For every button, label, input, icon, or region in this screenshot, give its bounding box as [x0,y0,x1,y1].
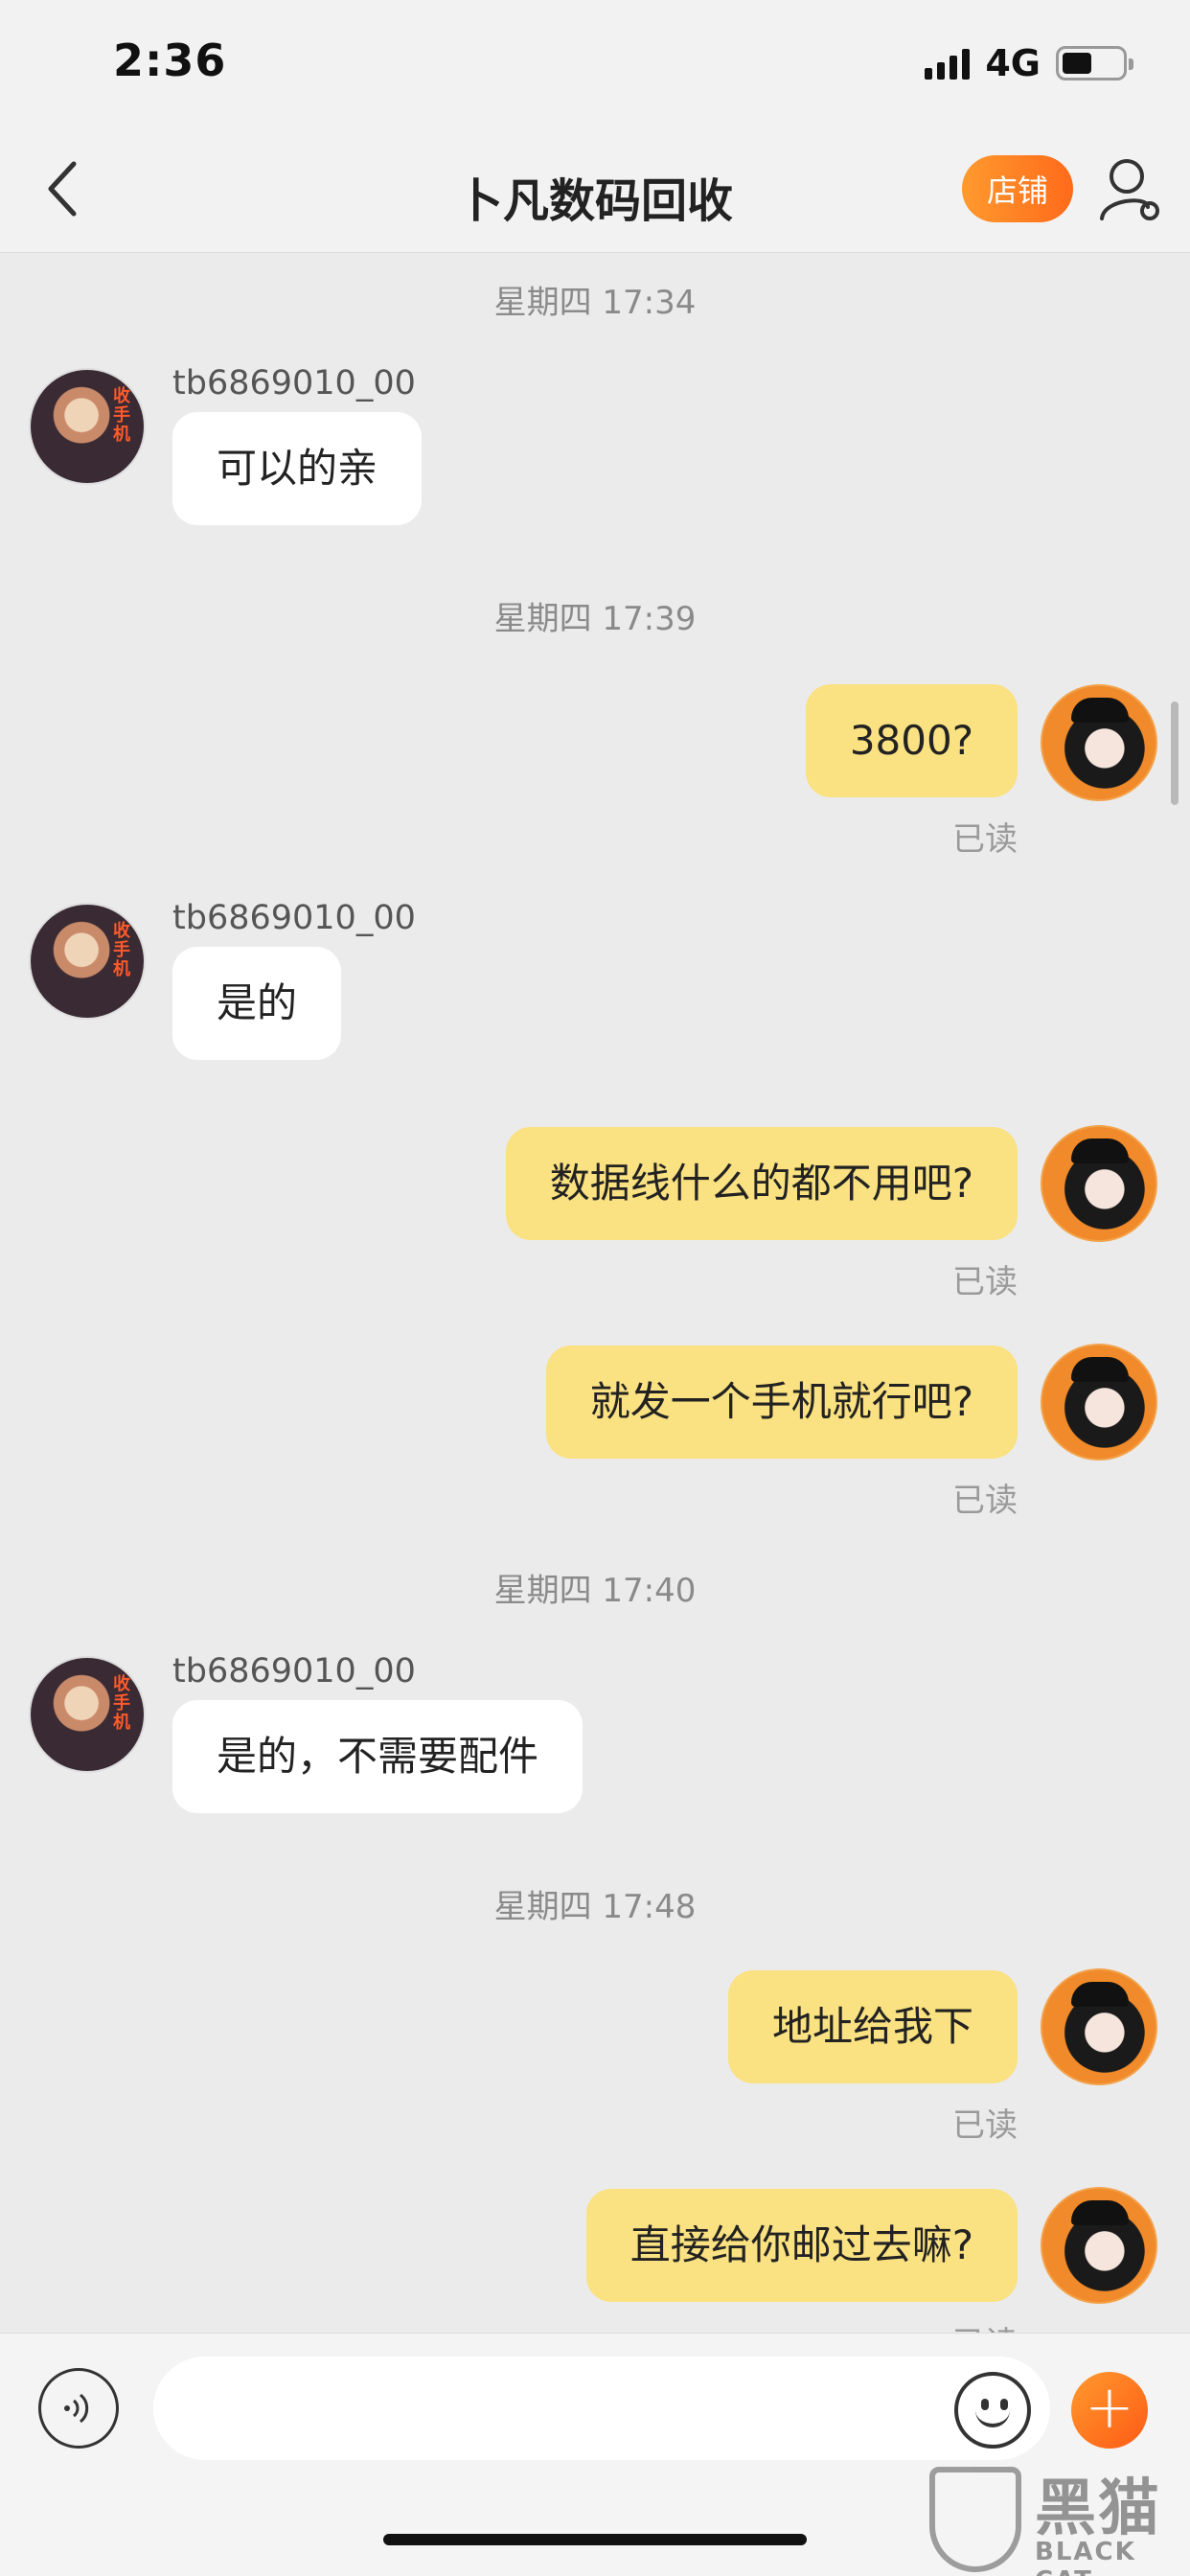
avatar[interactable]: 收手机 [29,903,146,1020]
sender-name: tb6869010_00 [172,899,416,937]
message-bubble[interactable]: 是的，不需要配件 [172,1700,584,1813]
status-bar: 2:36 4G [0,0,1190,126]
nav-bar: 卜凡数码回收 店铺 [0,126,1190,253]
emoji-button[interactable] [954,2372,1031,2449]
plus-icon: + [1085,2372,1134,2442]
message-outgoing: 就发一个手机就行吧? 已读 [0,1344,1190,1526]
timestamp: 星期四 17:48 [493,1888,697,1926]
voice-button[interactable] [38,2368,119,2449]
message-outgoing: 数据线什么的都不用吧? 已读 [0,1125,1190,1307]
avatar[interactable] [1041,1125,1157,1242]
chat-list[interactable]: 星期四 17:34 收手机 tb6869010_00 可以的亲 星期四 17:3… [0,253,1190,2333]
message-outgoing: 地址给我下 已读 [0,1968,1190,2150]
message-bubble[interactable]: 可以的亲 [172,412,423,525]
message-input[interactable] [153,2357,1050,2460]
message-bubble[interactable]: 就发一个手机就行吧? [545,1346,1018,1459]
message-incoming: 收手机 tb6869010_00 是的，不需要配件 [0,1652,1190,1838]
avatar[interactable]: 收手机 [29,368,146,485]
avatar[interactable] [1041,684,1157,801]
timestamp: 星期四 17:34 [493,284,697,322]
message-bubble[interactable]: 是的 [172,947,342,1060]
cat-logo-icon [929,2467,1021,2572]
message-outgoing: 3800? 已读 [0,682,1190,864]
read-status: 已读 [952,2317,1018,2333]
message-outgoing: 直接给你邮过去嘛? 已读 [0,2187,1190,2333]
profile-button[interactable] [1094,153,1165,224]
message-bubble[interactable]: 3800? [805,684,1018,797]
status-indicators: 4G [925,42,1133,84]
avatar[interactable]: 收手机 [29,1656,146,1773]
status-time: 2:36 [113,34,227,86]
read-status: 已读 [952,2106,1018,2145]
read-status: 已读 [952,1263,1018,1301]
more-button[interactable]: + [1071,2372,1148,2449]
avatar[interactable] [1041,1344,1157,1460]
message-bubble[interactable]: 地址给我下 [727,1970,1018,2083]
timestamp: 星期四 17:40 [493,1572,697,1610]
avatar[interactable] [1041,1968,1157,2085]
watermark-cn: 黑猫 [1035,2473,1161,2544]
message-incoming: 收手机 tb6869010_00 可以的亲 [0,364,1190,550]
avatar[interactable] [1041,2187,1157,2304]
battery-icon [1056,46,1133,80]
home-indicator[interactable] [383,2534,807,2545]
sender-name: tb6869010_00 [172,1652,416,1690]
shop-button[interactable]: 店铺 [962,155,1073,222]
message-incoming: 收手机 tb6869010_00 是的 [0,899,1190,1085]
sender-name: tb6869010_00 [172,364,416,402]
user-settings-icon [1100,159,1159,220]
message-bubble[interactable]: 直接给你邮过去嘛? [585,2189,1018,2302]
network-label: 4G [985,42,1041,84]
read-status: 已读 [952,820,1018,859]
read-status: 已读 [952,1482,1018,1520]
signal-icon [925,47,971,80]
watermark-logo: 黑猫 BLACK CAT [929,2459,1190,2576]
voice-icon [64,2393,89,2424]
watermark-en: BLACK CAT [1035,2538,1136,2576]
timestamp: 星期四 17:39 [493,600,697,638]
scrollbar[interactable] [1171,702,1179,805]
message-bubble[interactable]: 数据线什么的都不用吧? [505,1127,1018,1240]
